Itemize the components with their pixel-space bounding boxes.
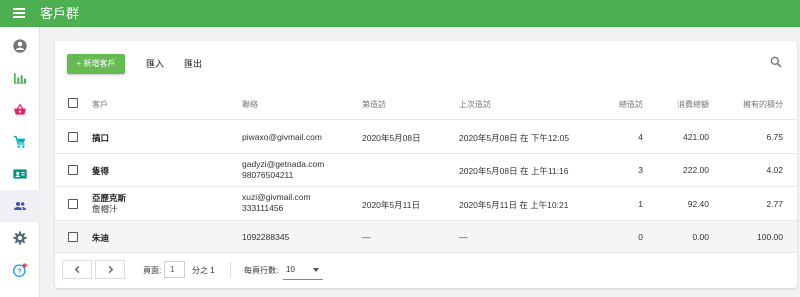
customer-name: 搞口 bbox=[92, 133, 110, 143]
chevron-down-icon[interactable] bbox=[313, 268, 319, 272]
divider bbox=[230, 262, 231, 278]
import-button[interactable]: 匯入 bbox=[146, 54, 164, 74]
row-checkbox[interactable] bbox=[68, 132, 78, 142]
row-checkbox[interactable] bbox=[68, 165, 78, 175]
visit-count: 4 bbox=[638, 132, 643, 142]
total-spent: 421.00 bbox=[683, 132, 709, 142]
sidebar-item-sales[interactable] bbox=[0, 94, 40, 126]
sidebar-item-reports[interactable] bbox=[0, 62, 40, 94]
app-bar: 客戶群 bbox=[0, 0, 800, 27]
first-visit: — bbox=[362, 232, 371, 242]
last-visit: 2020年5月08日 在 上午11:16 bbox=[459, 166, 569, 176]
total-spent: 92.40 bbox=[687, 199, 709, 209]
cart-icon bbox=[14, 136, 26, 148]
customer-name: 隻得 bbox=[92, 166, 110, 176]
customer-phone: 98076504211 bbox=[242, 170, 294, 180]
header-customer[interactable]: 客戶 bbox=[92, 99, 108, 110]
next-page-button[interactable] bbox=[95, 260, 125, 279]
page-total: 分之 1 bbox=[192, 266, 215, 275]
pagination: 頁面: 1 分之 1 每頁行數: 10 bbox=[55, 253, 797, 288]
gear-icon bbox=[13, 231, 27, 245]
customer-name-secondary: 詹帽汁 bbox=[92, 204, 118, 214]
export-button[interactable]: 匯出 bbox=[184, 54, 202, 74]
header-last-visit[interactable]: 上次造訪 bbox=[459, 99, 491, 110]
customer-phone: 1092288345 bbox=[242, 232, 290, 242]
prev-page-button[interactable] bbox=[62, 260, 92, 279]
rows-per-page-label: 每頁行數: bbox=[244, 266, 279, 275]
header-contact[interactable]: 聯絡 bbox=[242, 99, 258, 110]
header-points[interactable]: 擁有的積分 bbox=[715, 99, 783, 110]
first-visit: 2020年5月11日 bbox=[362, 200, 420, 210]
sidebar-item-contacts[interactable] bbox=[0, 158, 40, 190]
page-title: 客戶群 bbox=[40, 6, 80, 21]
total-spent: 222.00 bbox=[683, 165, 709, 175]
basket-icon bbox=[14, 103, 26, 115]
sidebar-item-account[interactable] bbox=[0, 30, 40, 62]
header-visits[interactable]: 總造訪 bbox=[595, 99, 643, 110]
page-label: 頁面: bbox=[143, 266, 162, 275]
visit-count: 0 bbox=[638, 232, 643, 242]
rows-per-page-select[interactable]: 10 bbox=[286, 265, 295, 274]
sidebar: ? bbox=[0, 27, 40, 297]
points: 100.00 bbox=[757, 232, 783, 242]
select-underline bbox=[283, 279, 323, 280]
points: 4.02 bbox=[766, 165, 783, 175]
customer-name: 朱迪 bbox=[92, 233, 110, 243]
chevron-right-icon bbox=[108, 265, 113, 274]
help-icon: ? bbox=[13, 263, 27, 277]
visit-count: 3 bbox=[638, 165, 643, 175]
people-icon bbox=[14, 202, 26, 210]
sidebar-item-cart[interactable] bbox=[0, 126, 40, 158]
table-row[interactable]: 隻得 gadyzi@getnada.com 98076504211 2020年5… bbox=[55, 154, 797, 187]
bar-chart-icon bbox=[14, 73, 26, 84]
customer-email: gadyzi@getnada.com bbox=[242, 159, 325, 169]
sidebar-item-help[interactable]: ? bbox=[0, 254, 40, 286]
row-checkbox[interactable] bbox=[68, 232, 78, 242]
sidebar-item-settings[interactable] bbox=[0, 222, 40, 254]
table-row[interactable]: 朱迪 1092288345 — — 0 0.00 100.00 bbox=[55, 221, 797, 253]
visit-count: 1 bbox=[638, 199, 643, 209]
table-header: 客戶 聯絡 第造訪 上次造訪 總造訪 消費總額 擁有的積分 bbox=[55, 87, 797, 120]
menu-icon[interactable] bbox=[13, 8, 25, 19]
contact-card-icon bbox=[13, 169, 27, 179]
select-all-checkbox[interactable] bbox=[68, 98, 78, 108]
chevron-left-icon bbox=[74, 265, 79, 274]
search-icon[interactable] bbox=[769, 55, 783, 69]
last-visit: 2020年5月08日 在 下午12:05 bbox=[459, 133, 570, 143]
table-row[interactable]: 亞歷克斯 詹帽汁 xuzi@givmail.com 333111456 2020… bbox=[55, 187, 797, 221]
page-number-input[interactable]: 1 bbox=[164, 261, 185, 278]
sidebar-item-customers[interactable] bbox=[0, 190, 40, 222]
table-row[interactable]: 搞口 piwaxo@givmail.com 2020年5月08日 2020年5月… bbox=[55, 120, 797, 154]
customer-phone: 333111456 bbox=[242, 203, 284, 213]
row-checkbox[interactable] bbox=[68, 199, 78, 209]
total-spent: 0.00 bbox=[692, 232, 709, 242]
points: 6.75 bbox=[766, 132, 783, 142]
last-visit: — bbox=[459, 232, 468, 242]
header-spent[interactable]: 消費總額 bbox=[655, 99, 709, 110]
customer-email: xuzi@givmail.com bbox=[242, 192, 311, 202]
customers-card: + 新增客戶 匯入 匯出 客戶 聯絡 第造訪 上次造訪 總造訪 消費總額 擁有的… bbox=[55, 41, 797, 288]
header-first-visit[interactable]: 第造訪 bbox=[362, 99, 386, 110]
points: 2.77 bbox=[766, 199, 783, 209]
add-customer-button[interactable]: + 新增客戶 bbox=[67, 54, 125, 74]
first-visit: 2020年5月08日 bbox=[362, 133, 421, 143]
customer-email: piwaxo@givmail.com bbox=[242, 132, 322, 142]
last-visit: 2020年5月11日 在 上午10:21 bbox=[459, 200, 569, 210]
svg-text:?: ? bbox=[17, 266, 22, 275]
account-circle-icon bbox=[13, 39, 27, 53]
